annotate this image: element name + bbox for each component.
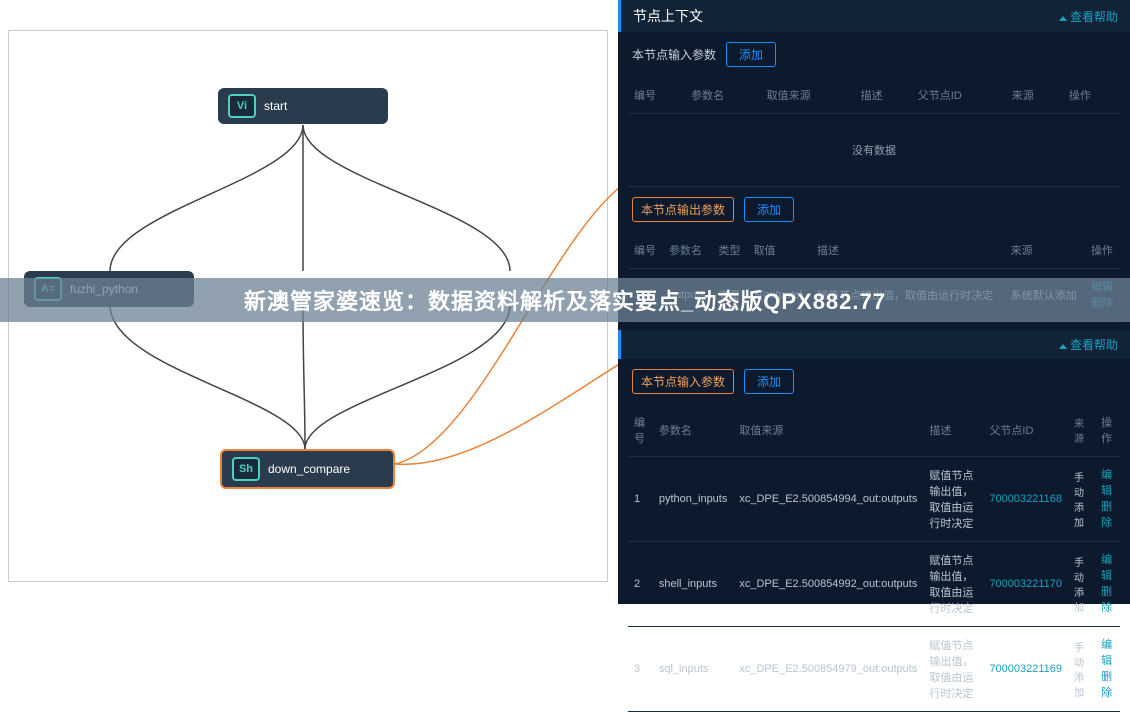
- col: 来源: [1068, 404, 1095, 457]
- cell-desc: 赋值节点输出值，取值由运行时决定: [923, 542, 983, 627]
- cell-ops: 编辑删除: [1095, 457, 1120, 542]
- panel-header-context: 节点上下文 查看帮助: [618, 0, 1130, 32]
- cell-src: 手动添加: [1068, 627, 1095, 712]
- cell-pid[interactable]: 700003221170: [983, 542, 1068, 627]
- section-label-highlighted: 本节点输出参数: [632, 197, 734, 222]
- col: 参数名: [663, 232, 713, 269]
- cell-desc: 赋值节点输出值，取值由运行时决定: [923, 627, 983, 712]
- input-params-section: 本节点输入参数 添加: [618, 32, 1130, 77]
- cell-val: xc_DPE_E2.500854979_out:outputs: [733, 627, 923, 712]
- add-input-button[interactable]: 添加: [726, 42, 776, 67]
- col: 描述: [811, 232, 1005, 269]
- input-params-section-2: 本节点输入参数 添加: [618, 359, 1130, 404]
- col: 来源: [1005, 232, 1085, 269]
- node-start[interactable]: Vi start: [218, 88, 388, 124]
- cell-val: xc_DPE_E2.500854994_out:outputs: [733, 457, 923, 542]
- watermark-text: 新澳管家婆速览：数据资料解析及落实要点_动态版QPX882.77: [244, 284, 886, 316]
- col-name: 参数名: [685, 77, 761, 114]
- output-params-section: 本节点输出参数 添加: [618, 187, 1130, 232]
- col: 编号: [628, 404, 653, 457]
- vi-icon: Vi: [228, 94, 256, 118]
- col-desc: 描述: [855, 77, 912, 114]
- edit-link[interactable]: 编辑: [1101, 467, 1114, 499]
- col-from: 来源: [1006, 77, 1063, 114]
- col-src: 取值来源: [761, 77, 855, 114]
- add-output-button[interactable]: 添加: [744, 197, 794, 222]
- cell-name: python_inputs: [653, 457, 734, 542]
- table-row[interactable]: 1python_inputsxc_DPE_E2.500854994_out:ou…: [628, 457, 1120, 542]
- delete-link[interactable]: 删除: [1101, 499, 1114, 531]
- cell-desc: 赋值节点输出值，取值由运行时决定: [923, 457, 983, 542]
- cell-src: 手动添加: [1068, 457, 1095, 542]
- cell-src: 手动添加: [1068, 542, 1095, 627]
- table-row[interactable]: 2shell_inputsxc_DPE_E2.500854992_out:out…: [628, 542, 1120, 627]
- node-label: down_compare: [268, 462, 350, 476]
- input-params-table-2: 编号 参数名 取值来源 描述 父节点ID 来源 操作 1python_input…: [628, 404, 1120, 712]
- col: 编号: [628, 232, 663, 269]
- table-row[interactable]: 3sql_inputsxc_DPE_E2.500854979_out:outpu…: [628, 627, 1120, 712]
- col: 参数名: [653, 404, 734, 457]
- cell-ops: 编辑删除: [1095, 627, 1120, 712]
- edit-link[interactable]: 编辑: [1101, 637, 1114, 669]
- col: 描述: [923, 404, 983, 457]
- col-pid: 父节点ID: [912, 77, 1006, 114]
- caret-up-icon: [1059, 16, 1067, 21]
- delete-link[interactable]: 删除: [1101, 584, 1114, 616]
- cell-pid[interactable]: 700003221169: [983, 627, 1068, 712]
- col: 取值来源: [733, 404, 923, 457]
- watermark-overlay: 新澳管家婆速览：数据资料解析及落实要点_动态版QPX882.77: [0, 278, 1130, 322]
- section-label: 本节点输入参数: [632, 46, 716, 63]
- empty-state: 没有数据: [628, 114, 1120, 187]
- col: 父节点ID: [983, 404, 1068, 457]
- cell-name: sql_inputs: [653, 627, 734, 712]
- section-label-highlighted: 本节点输入参数: [632, 369, 734, 394]
- input-params-table: 编号 参数名 取值来源 描述 父节点ID 来源 操作 没有数据: [628, 77, 1120, 187]
- col: 取值: [748, 232, 811, 269]
- sh-icon: Sh: [232, 457, 260, 481]
- delete-link[interactable]: 删除: [1101, 669, 1114, 701]
- col-idx: 编号: [628, 77, 685, 114]
- node-down-compare[interactable]: Sh down_compare: [220, 449, 395, 489]
- panel-title-2: [633, 337, 637, 353]
- panel-header-2: 查看帮助: [618, 330, 1130, 359]
- cell-val: xc_DPE_E2.500854992_out:outputs: [733, 542, 923, 627]
- caret-up-icon: [1059, 344, 1067, 349]
- col: 类型: [713, 232, 748, 269]
- help-link[interactable]: 查看帮助: [1059, 8, 1118, 25]
- help-link[interactable]: 查看帮助: [1059, 336, 1118, 353]
- cell-idx: 2: [628, 542, 653, 627]
- col: 操作: [1095, 404, 1120, 457]
- edit-link[interactable]: 编辑: [1101, 552, 1114, 584]
- cell-name: shell_inputs: [653, 542, 734, 627]
- cell-pid[interactable]: 700003221168: [983, 457, 1068, 542]
- cell-idx: 1: [628, 457, 653, 542]
- add-input-button-2[interactable]: 添加: [744, 369, 794, 394]
- col-ops: 操作: [1063, 77, 1120, 114]
- node-label: start: [264, 99, 287, 113]
- panel-title: 节点上下文: [633, 6, 703, 26]
- cell-ops: 编辑删除: [1095, 542, 1120, 627]
- col: 操作: [1085, 232, 1120, 269]
- cell-idx: 3: [628, 627, 653, 712]
